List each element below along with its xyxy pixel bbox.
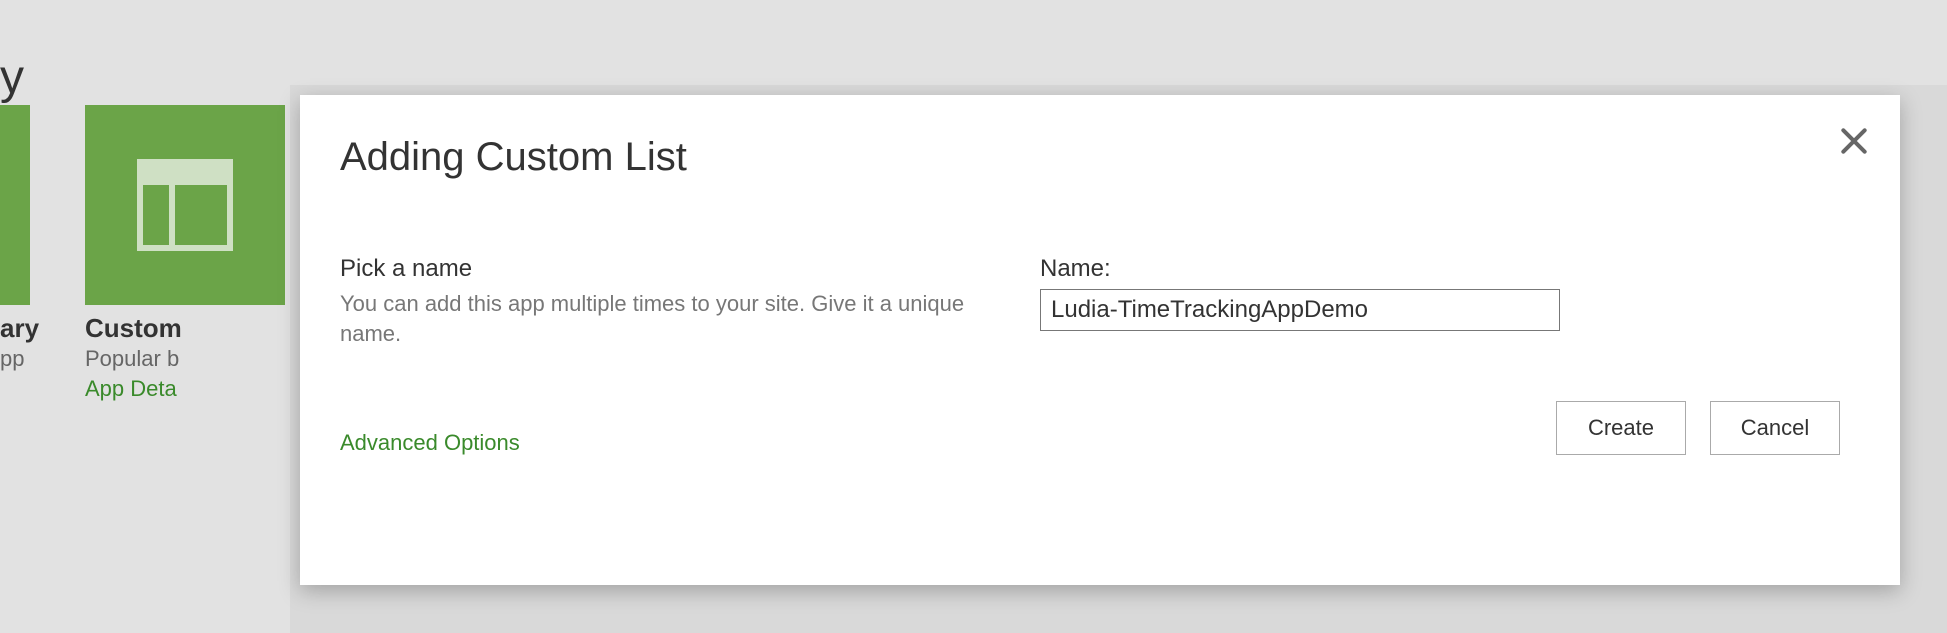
app-tile-image <box>85 105 285 305</box>
app-tile-title: ary <box>0 313 30 344</box>
cancel-button[interactable]: Cancel <box>1710 401 1840 455</box>
name-label: Name: <box>1040 255 1850 283</box>
name-input[interactable] <box>1040 289 1560 331</box>
close-icon <box>1838 144 1870 161</box>
dialog-title: Adding Custom List <box>340 135 1850 180</box>
advanced-options-link[interactable]: Advanced Options <box>340 430 520 456</box>
app-tile-subtitle: Popular b <box>85 346 285 372</box>
app-tile[interactable]: ary pp <box>0 105 30 402</box>
app-tile-image <box>0 105 30 305</box>
custom-list-icon <box>137 159 233 251</box>
pick-a-name-description: You can add this app multiple times to y… <box>340 289 980 348</box>
create-button[interactable]: Create <box>1556 401 1686 455</box>
app-tile-title: Custom <box>85 313 285 344</box>
add-custom-list-dialog: Adding Custom List Pick a name You can a… <box>300 95 1900 585</box>
dialog-buttons: Create Cancel <box>1040 401 1850 455</box>
pick-a-name-heading: Pick a name <box>340 255 980 283</box>
app-tile-row: ary pp Custom Popular b App Deta <box>0 105 285 402</box>
app-details-link[interactable]: App Deta <box>85 376 285 402</box>
close-button[interactable] <box>1838 125 1870 157</box>
page-title-fragment: y <box>0 50 24 105</box>
app-tile[interactable]: Custom Popular b App Deta <box>85 105 285 402</box>
app-tile-subtitle: pp <box>0 346 30 372</box>
